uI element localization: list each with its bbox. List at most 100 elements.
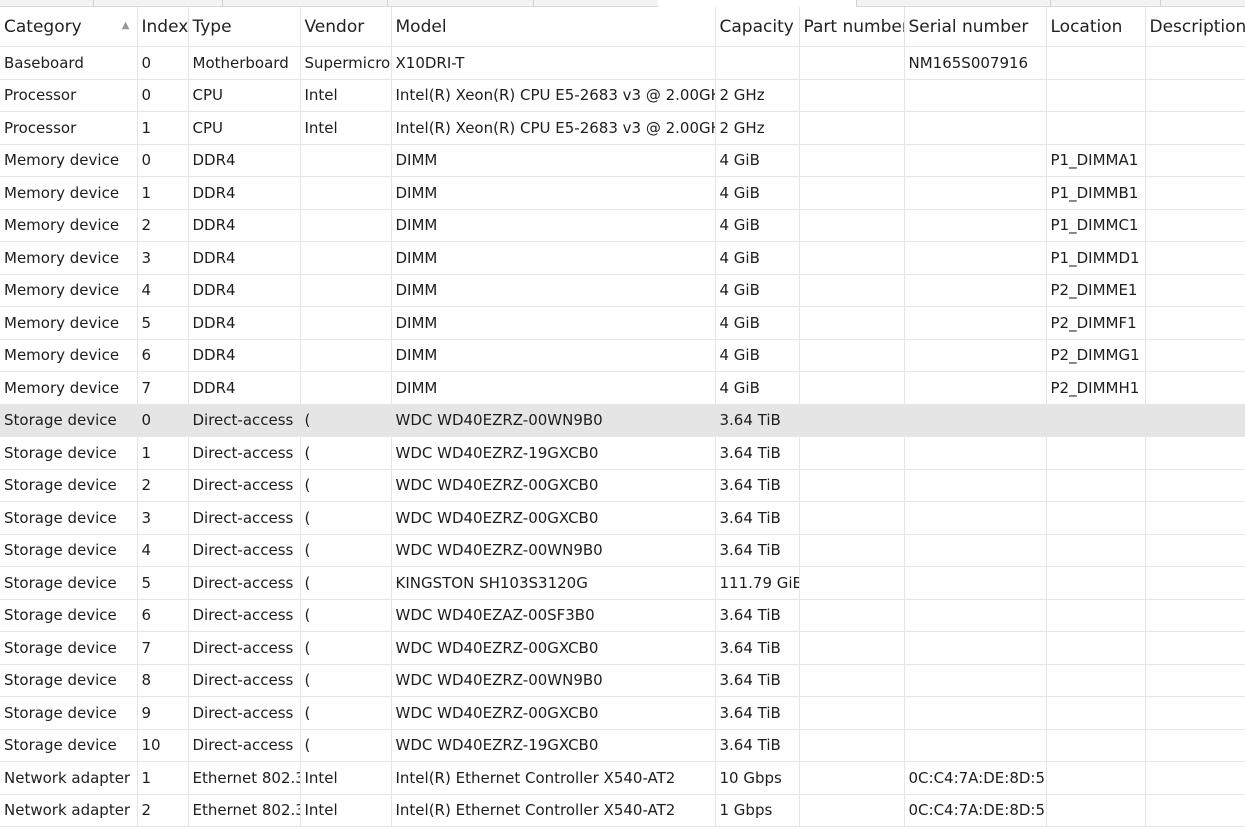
cell-location bbox=[1046, 534, 1146, 567]
cell-description bbox=[1145, 631, 1245, 665]
table-row[interactable]: Network adapter 1 Ethernet 802.3 Intel Intel… bbox=[0, 761, 1245, 795]
cell-location: P1_DIMMD1 bbox=[1046, 241, 1146, 275]
cell-vendor: ( bbox=[300, 566, 392, 600]
column-header-model[interactable]: Model bbox=[391, 7, 716, 47]
cell-model: WDC WD40EZRZ-19GXCB0 bbox=[391, 729, 716, 762]
table-row[interactable]: Baseboard 0 Motherboard Supermicro X10DRI-T N… bbox=[0, 46, 1245, 80]
table-row[interactable]: Memory device 6 DDR4 DIMM 4 GiB P2_DIMMG1 bbox=[0, 339, 1245, 372]
cell-model: DIMM bbox=[391, 306, 716, 340]
table-row[interactable]: Storage device 9 Direct-access(WDC WD40EZR… bbox=[0, 696, 1245, 730]
cell-capacity: 3.64 TiB bbox=[715, 631, 800, 665]
table-row[interactable]: Memory device 7 DDR4 DIMM 4 GiB P2_DIMMH1 bbox=[0, 371, 1245, 405]
table-row[interactable]: Storage device 8 Direct-access(WDC WD40EZR… bbox=[0, 664, 1245, 697]
cell-description bbox=[1145, 209, 1245, 242]
table-row[interactable]: Memory device 1 DDR4 DIMM 4 GiB P1_DIMMB1 bbox=[0, 176, 1245, 210]
table-row[interactable]: Storage device 3 Direct-access(WDC WD40EZR… bbox=[0, 501, 1245, 535]
cell-capacity: 4 GiB bbox=[715, 176, 800, 210]
table-row[interactable]: Storage device 7 Direct-access(WDC WD40EZR… bbox=[0, 631, 1245, 665]
cell-index: 1 bbox=[137, 176, 189, 210]
cell-serial-number bbox=[904, 664, 1047, 697]
cell-capacity: 3.64 TiB bbox=[715, 436, 800, 470]
cell-part-number bbox=[799, 664, 905, 697]
cell-type: Direct-access bbox=[188, 664, 301, 697]
cell-index: 4 bbox=[137, 274, 189, 307]
table-row[interactable]: Memory device 2 DDR4 DIMM 4 GiB P1_DIMMC1 bbox=[0, 209, 1245, 242]
column-header-capacity[interactable]: Capacity bbox=[715, 7, 800, 47]
column-header-category[interactable]: Category ▲ bbox=[0, 7, 138, 47]
cell-location: P1_DIMMC1 bbox=[1046, 209, 1146, 242]
cell-type: DDR4 bbox=[188, 339, 301, 372]
table-row[interactable]: Memory device 4 DDR4 DIMM 4 GiB P2_DIMME1 bbox=[0, 274, 1245, 307]
cell-location bbox=[1046, 501, 1146, 535]
cell-part-number bbox=[799, 469, 905, 502]
column-header-label: Type bbox=[192, 16, 232, 37]
table-row[interactable]: Storage device 2 Direct-access(WDC WD40EZR… bbox=[0, 469, 1245, 502]
column-header-vendor[interactable]: Vendor bbox=[300, 7, 392, 47]
table-row[interactable]: Memory device 0 DDR4 DIMM 4 GiB P1_DIMMA1 bbox=[0, 144, 1245, 177]
table-row[interactable]: Memory device 5 DDR4 DIMM 4 GiB P2_DIMMF1 bbox=[0, 306, 1245, 340]
cell-vendor bbox=[300, 339, 392, 372]
cell-capacity: 3.64 TiB bbox=[715, 469, 800, 502]
table-row[interactable]: Storage device 0 Direct-access(WDC WD40EZR… bbox=[0, 404, 1245, 437]
cell-index: 1 bbox=[137, 761, 189, 795]
cell-description bbox=[1145, 696, 1245, 730]
sort-ascending-icon: ▲ bbox=[121, 20, 130, 31]
column-header-serial-number[interactable]: Serial number bbox=[904, 7, 1047, 47]
cell-model: KINGSTON SH103S3120G bbox=[391, 566, 716, 600]
cell-index: 4 bbox=[137, 534, 189, 567]
cell-vendor: ( bbox=[300, 469, 392, 502]
table-row[interactable]: Network adapter 2 Ethernet 802.3 Intel Intel… bbox=[0, 794, 1245, 827]
table-row[interactable]: Storage device 6 Direct-access(WDC WD40EZA… bbox=[0, 599, 1245, 632]
tab-divider bbox=[856, 0, 857, 6]
cell-description bbox=[1145, 761, 1245, 795]
cell-category: Storage device bbox=[0, 664, 138, 697]
table-row[interactable]: Storage device 10 Direct-access(WDC WD40EZ… bbox=[0, 729, 1245, 762]
cell-serial-number bbox=[904, 274, 1047, 307]
column-header-index[interactable]: Index bbox=[137, 7, 189, 47]
cell-capacity: 4 GiB bbox=[715, 209, 800, 242]
cell-vendor bbox=[300, 274, 392, 307]
table-row[interactable]: Processor 1 CPU Intel Intel(R) Xeon(R) CPU E… bbox=[0, 111, 1245, 145]
cell-serial-number: NM165S007916 bbox=[904, 46, 1047, 80]
cell-category: Memory device bbox=[0, 241, 138, 275]
cell-description bbox=[1145, 306, 1245, 340]
cell-part-number bbox=[799, 599, 905, 632]
cell-location: P1_DIMMA1 bbox=[1046, 144, 1146, 177]
cell-vendor: ( bbox=[300, 436, 392, 470]
column-header-location[interactable]: Location bbox=[1046, 7, 1146, 47]
cell-serial-number bbox=[904, 176, 1047, 210]
cell-type: Direct-access bbox=[188, 729, 301, 762]
cell-index: 9 bbox=[137, 696, 189, 730]
cell-type: Direct-access bbox=[188, 631, 301, 665]
column-header-description[interactable]: Description bbox=[1145, 7, 1245, 47]
cell-capacity: 4 GiB bbox=[715, 274, 800, 307]
table-row[interactable]: Storage device 4 Direct-access(WDC WD40EZR… bbox=[0, 534, 1245, 567]
cell-model: DIMM bbox=[391, 339, 716, 372]
table-row[interactable]: Storage device 1 Direct-access(WDC WD40EZR… bbox=[0, 436, 1245, 470]
cell-location bbox=[1046, 469, 1146, 502]
cell-capacity: 4 GiB bbox=[715, 144, 800, 177]
cell-serial-number bbox=[904, 371, 1047, 405]
cell-index: 0 bbox=[137, 144, 189, 177]
cell-vendor: ( bbox=[300, 664, 392, 697]
cell-part-number bbox=[799, 241, 905, 275]
cell-model: Intel(R) Ethernet Controller X540-AT2 bbox=[391, 794, 716, 827]
cell-type: Direct-access bbox=[188, 436, 301, 470]
table-row[interactable]: Processor 0 CPU Intel Intel(R) Xeon(R) CPU E… bbox=[0, 79, 1245, 112]
column-header-label: Part number bbox=[803, 16, 904, 37]
table-body: Baseboard 0 Motherboard Supermicro X10DRI-T N… bbox=[0, 46, 1245, 827]
cell-category: Storage device bbox=[0, 631, 138, 665]
cell-description bbox=[1145, 274, 1245, 307]
cell-category: Network adapter bbox=[0, 761, 138, 795]
active-tab[interactable] bbox=[658, 0, 856, 7]
cell-category: Storage device bbox=[0, 696, 138, 730]
cell-type: Direct-access bbox=[188, 534, 301, 567]
table-row[interactable]: Storage device 5 Direct-access(KINGSTON SH… bbox=[0, 566, 1245, 600]
column-header-type[interactable]: Type bbox=[188, 7, 301, 47]
cell-description bbox=[1145, 339, 1245, 372]
cell-type: Ethernet 802.3 bbox=[188, 794, 301, 827]
cell-location: P2_DIMMG1 bbox=[1046, 339, 1146, 372]
table-row[interactable]: Memory device 3 DDR4 DIMM 4 GiB P1_DIMMD1 bbox=[0, 241, 1245, 275]
cell-index: 5 bbox=[137, 566, 189, 600]
column-header-part-number[interactable]: Part number bbox=[799, 7, 905, 47]
